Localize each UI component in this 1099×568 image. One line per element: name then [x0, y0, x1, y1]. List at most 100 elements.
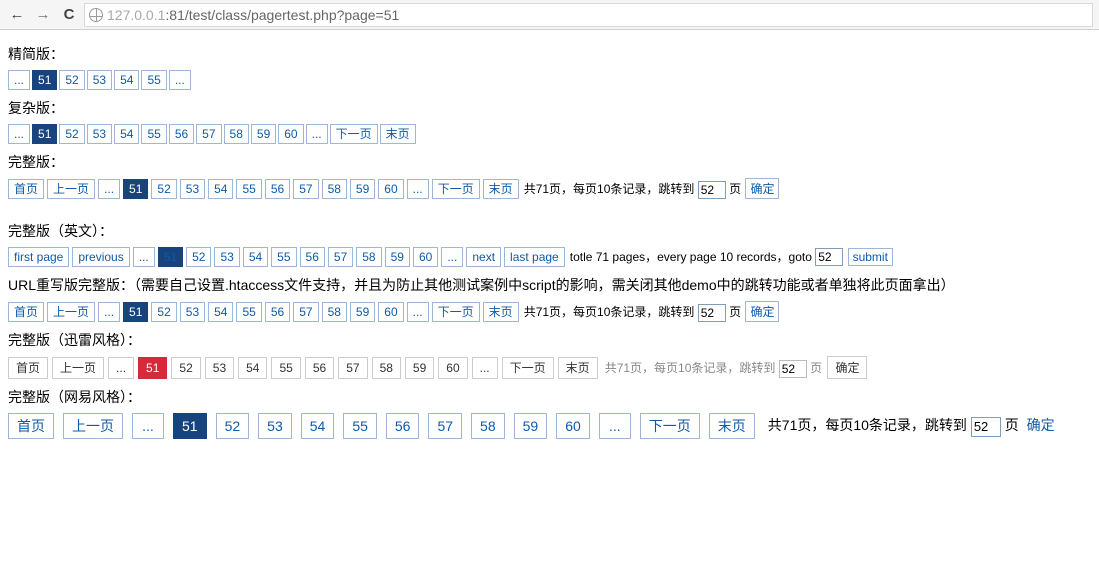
- page-ellipsis[interactable]: ...: [306, 124, 328, 144]
- page-ellipsis[interactable]: ...: [98, 302, 120, 322]
- goto-submit[interactable]: 确定: [745, 301, 779, 322]
- page-link[interactable]: 57: [196, 124, 221, 144]
- next-button[interactable]: 下一页: [640, 413, 700, 439]
- last-button[interactable]: 末页: [558, 357, 598, 379]
- page-link[interactable]: 57: [338, 357, 367, 379]
- prev-button[interactable]: 上一页: [63, 413, 123, 439]
- page-link[interactable]: 55: [271, 357, 300, 379]
- page-ellipsis[interactable]: ...: [472, 357, 498, 379]
- page-link[interactable]: 54: [208, 179, 233, 199]
- page-ellipsis[interactable]: ...: [407, 179, 429, 199]
- first-button[interactable]: 首页: [8, 357, 48, 379]
- goto-input[interactable]: [779, 360, 807, 378]
- page-link[interactable]: 57: [293, 302, 318, 322]
- page-link[interactable]: 53: [180, 179, 205, 199]
- page-ellipsis[interactable]: ...: [441, 247, 463, 267]
- last-button[interactable]: 末页: [380, 124, 416, 144]
- page-link[interactable]: 54: [208, 302, 233, 322]
- page-link[interactable]: 56: [169, 124, 194, 144]
- page-link[interactable]: 52: [186, 247, 211, 267]
- page-link[interactable]: 53: [180, 302, 205, 322]
- page-link[interactable]: 54: [243, 247, 268, 267]
- page-link[interactable]: 60: [556, 413, 590, 439]
- page-link[interactable]: 60: [278, 124, 303, 144]
- page-link[interactable]: 53: [214, 247, 239, 267]
- next-button[interactable]: 下一页: [432, 179, 480, 199]
- page-link[interactable]: 54: [114, 70, 139, 90]
- page-link[interactable]: 54: [301, 413, 335, 439]
- page-link[interactable]: 55: [141, 70, 166, 90]
- page-link[interactable]: 57: [293, 179, 318, 199]
- page-link[interactable]: 54: [238, 357, 267, 379]
- page-link[interactable]: 55: [236, 179, 261, 199]
- page-ellipsis[interactable]: ...: [407, 302, 429, 322]
- page-link[interactable]: 53: [258, 413, 292, 439]
- next-button[interactable]: 下一页: [330, 124, 378, 144]
- page-ellipsis[interactable]: ...: [8, 70, 30, 90]
- prev-button[interactable]: 上一页: [47, 302, 95, 322]
- page-link[interactable]: 59: [405, 357, 434, 379]
- page-link[interactable]: 56: [386, 413, 420, 439]
- page-link[interactable]: 53: [205, 357, 234, 379]
- page-link[interactable]: 60: [438, 357, 467, 379]
- page-link[interactable]: 55: [236, 302, 261, 322]
- address-bar[interactable]: 127.0.0.1:81/test/class/pagertest.php?pa…: [84, 3, 1093, 27]
- last-button[interactable]: 末页: [483, 179, 519, 199]
- prev-button[interactable]: 上一页: [52, 357, 104, 379]
- page-link[interactable]: 57: [328, 247, 353, 267]
- page-link[interactable]: 60: [378, 302, 403, 322]
- first-button[interactable]: 首页: [8, 413, 54, 439]
- page-link[interactable]: 52: [59, 70, 84, 90]
- goto-submit[interactable]: submit: [848, 248, 893, 266]
- page-link[interactable]: 55: [271, 247, 296, 267]
- first-button[interactable]: 首页: [8, 302, 44, 322]
- first-button[interactable]: 首页: [8, 179, 44, 199]
- page-link[interactable]: 55: [343, 413, 377, 439]
- page-link[interactable]: 58: [356, 247, 381, 267]
- page-link[interactable]: 54: [114, 124, 139, 144]
- last-button[interactable]: last page: [504, 247, 565, 267]
- page-link[interactable]: 52: [151, 302, 176, 322]
- next-button[interactable]: 下一页: [432, 302, 480, 322]
- goto-submit[interactable]: 确定: [1025, 415, 1057, 435]
- page-link[interactable]: 59: [251, 124, 276, 144]
- goto-input[interactable]: [971, 417, 1001, 437]
- goto-input[interactable]: [698, 304, 726, 322]
- first-button[interactable]: first page: [8, 247, 69, 267]
- page-ellipsis[interactable]: ...: [133, 247, 155, 267]
- page-ellipsis[interactable]: ...: [108, 357, 134, 379]
- next-button[interactable]: next: [466, 247, 501, 267]
- prev-button[interactable]: 上一页: [47, 179, 95, 199]
- page-link[interactable]: 59: [514, 413, 548, 439]
- page-link[interactable]: 52: [171, 357, 200, 379]
- page-link[interactable]: 56: [305, 357, 334, 379]
- page-link[interactable]: 58: [224, 124, 249, 144]
- page-link[interactable]: 58: [322, 179, 347, 199]
- page-link[interactable]: 60: [378, 179, 403, 199]
- page-ellipsis[interactable]: ...: [169, 70, 191, 90]
- page-link[interactable]: 58: [322, 302, 347, 322]
- page-link[interactable]: 56: [265, 179, 290, 199]
- page-link[interactable]: 60: [413, 247, 438, 267]
- goto-submit[interactable]: 确定: [827, 356, 867, 379]
- page-ellipsis[interactable]: ...: [599, 413, 631, 439]
- page-link[interactable]: 52: [59, 124, 84, 144]
- page-ellipsis[interactable]: ...: [132, 413, 164, 439]
- page-link[interactable]: 53: [87, 70, 112, 90]
- page-ellipsis[interactable]: ...: [98, 179, 120, 199]
- page-link[interactable]: 56: [265, 302, 290, 322]
- page-link[interactable]: 56: [300, 247, 325, 267]
- last-button[interactable]: 末页: [709, 413, 755, 439]
- page-link[interactable]: 58: [471, 413, 505, 439]
- page-link[interactable]: 59: [350, 302, 375, 322]
- page-link[interactable]: 52: [216, 413, 250, 439]
- page-link[interactable]: 53: [87, 124, 112, 144]
- back-button[interactable]: ←: [4, 6, 30, 23]
- page-link[interactable]: 52: [151, 179, 176, 199]
- page-link[interactable]: 59: [385, 247, 410, 267]
- page-link[interactable]: 58: [372, 357, 401, 379]
- goto-submit[interactable]: 确定: [745, 178, 779, 199]
- page-link[interactable]: 55: [141, 124, 166, 144]
- page-link[interactable]: 57: [428, 413, 462, 439]
- prev-button[interactable]: previous: [72, 247, 129, 267]
